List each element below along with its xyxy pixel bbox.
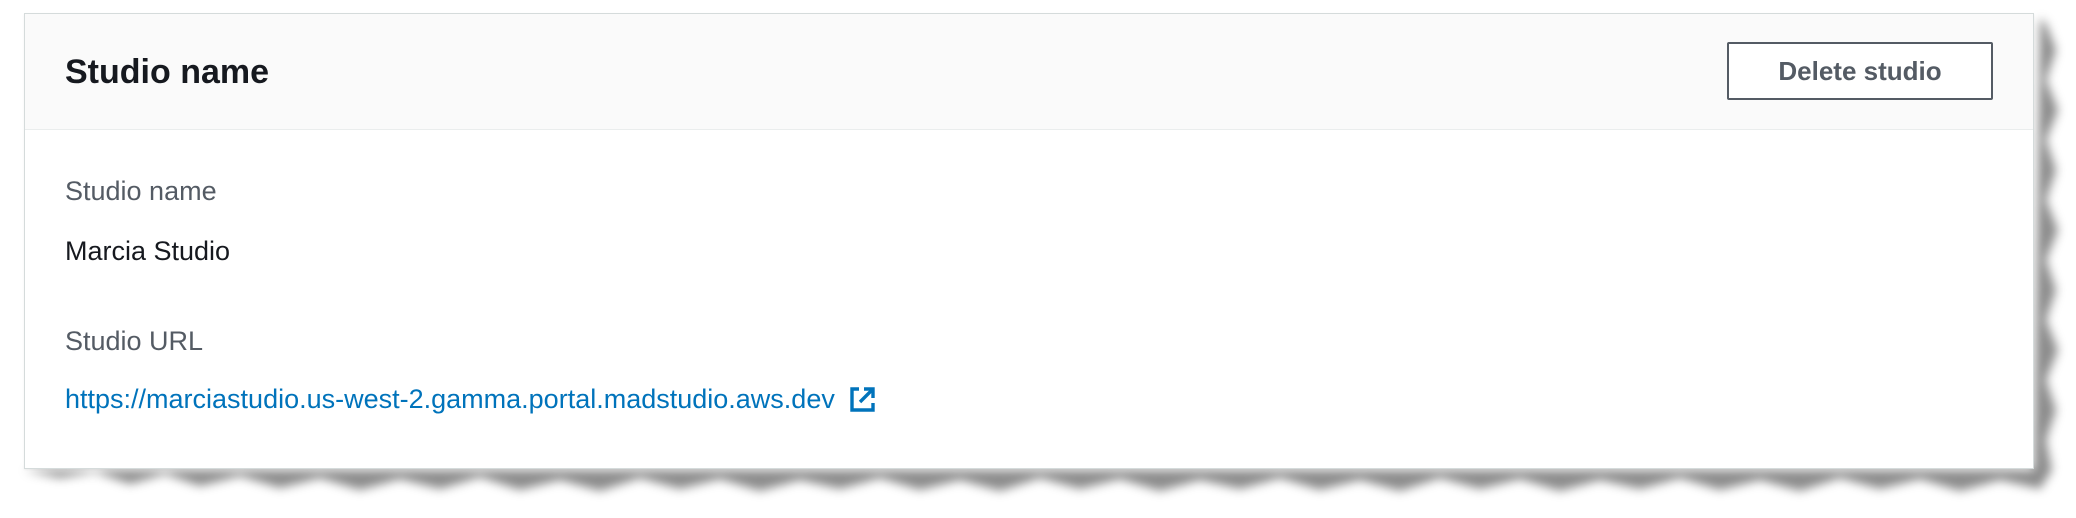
studio-url-link[interactable]: https://marciastudio.us-west-2.gamma.por… — [65, 384, 877, 415]
studio-name-label: Studio name — [65, 176, 217, 206]
studio-url-text: https://marciastudio.us-west-2.gamma.por… — [65, 384, 835, 414]
studio-url-label: Studio URL — [65, 326, 204, 356]
panel-title: Studio name — [65, 53, 270, 91]
panel-header: Studio name Delete studio — [25, 14, 2033, 130]
external-link-icon — [847, 385, 877, 415]
studio-name-value: Marcia Studio — [65, 236, 231, 266]
delete-studio-button[interactable]: Delete studio — [1727, 42, 1993, 100]
studio-details-panel: Studio name Delete studio Studio name Ma… — [24, 13, 2034, 469]
screenshot-canvas: Studio name Delete studio Studio name Ma… — [0, 0, 2076, 518]
